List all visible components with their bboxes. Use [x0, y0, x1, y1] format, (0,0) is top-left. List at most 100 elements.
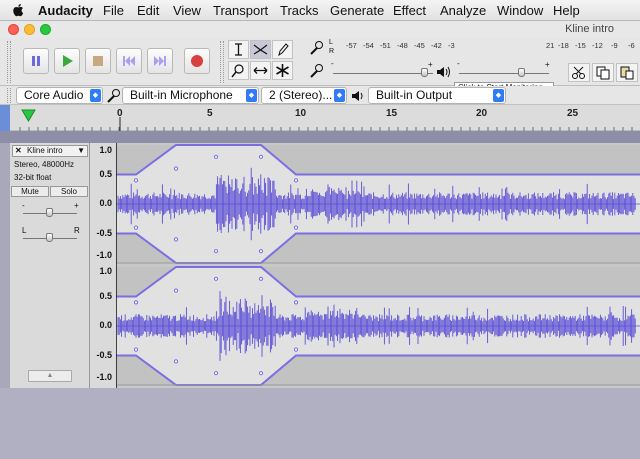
- track-format-rate: Stereo, 48000Hz: [14, 160, 75, 169]
- timeline-ticks: [19, 117, 633, 131]
- scale-label: -0.5: [96, 350, 112, 360]
- menu-edit[interactable]: Edit: [137, 3, 159, 18]
- gain-slider[interactable]: [46, 208, 53, 217]
- asterisk-icon: [276, 64, 289, 77]
- play-meter-tick: 21: [546, 41, 555, 50]
- track-menu-arrow-icon: ▼: [77, 146, 85, 155]
- pan-slider[interactable]: [46, 233, 53, 242]
- zoom-tool[interactable]: [228, 61, 249, 80]
- app-menu[interactable]: Audacity: [38, 3, 93, 18]
- skip-to-end-icon: [154, 56, 166, 66]
- timeshift-tool[interactable]: [250, 61, 271, 80]
- menu-transport[interactable]: Transport: [213, 3, 268, 18]
- play-volume-min-label: -: [457, 59, 460, 68]
- menu-help[interactable]: Help: [553, 3, 580, 18]
- scale-label: -1.0: [96, 250, 112, 260]
- zoom-window-button[interactable]: [40, 24, 51, 35]
- envelope-icon: [253, 44, 268, 55]
- stop-button[interactable]: [85, 48, 111, 74]
- track-name-menu[interactable]: ✕ Kline intro ▼: [12, 145, 88, 157]
- collapse-track-button[interactable]: ▲: [28, 370, 72, 382]
- vertical-ruler[interactable]: 1.0 0.5 0.0 -0.5 -1.0 1.0 0.5 0.0 -0.5 -…: [90, 143, 116, 388]
- paste-button[interactable]: [616, 63, 638, 82]
- play-volume-max-label: +: [545, 60, 550, 69]
- timeline-label: 0: [117, 108, 123, 119]
- selection-tool[interactable]: [228, 40, 249, 59]
- close-window-button[interactable]: [8, 24, 19, 35]
- window-titlebar: Kline intro: [0, 21, 640, 38]
- record-meter-tick: -45: [414, 41, 425, 50]
- pan-right-label: R: [74, 226, 80, 235]
- timeline-label: 5: [207, 108, 213, 119]
- playback-device-select[interactable]: Built-in Output ◆: [368, 87, 506, 104]
- record-meter-tick: -48: [397, 41, 408, 50]
- apple-logo-icon[interactable]: [12, 3, 24, 17]
- menu-view[interactable]: View: [173, 3, 201, 18]
- mute-button[interactable]: Mute: [11, 186, 49, 197]
- chevron-updown-icon: ◆: [246, 89, 257, 102]
- empty-track-area[interactable]: [0, 388, 640, 459]
- copy-button[interactable]: [592, 63, 614, 82]
- menu-window[interactable]: Window: [497, 3, 543, 18]
- track-format-depth: 32-bit float: [14, 173, 52, 182]
- play-icon: [63, 55, 73, 67]
- cut-button[interactable]: [568, 63, 590, 82]
- draw-tool[interactable]: [272, 40, 293, 59]
- pause-button[interactable]: [23, 48, 49, 74]
- track-name: Kline intro: [27, 146, 63, 155]
- window-title: Kline intro: [565, 23, 614, 35]
- play-meter-tick: -6: [628, 41, 635, 50]
- scale-label: 0.5: [99, 291, 112, 301]
- menu-bar: Audacity File Edit View Transport Tracks…: [0, 0, 640, 21]
- gain-max-label: +: [74, 201, 79, 210]
- menu-effect[interactable]: Effect: [393, 3, 426, 18]
- scale-label: 0.5: [99, 169, 112, 179]
- main-toolbar: L R -57 -54 -51 -48 -45 -42 -3 21 -18 -1…: [0, 38, 640, 94]
- multi-tool[interactable]: [272, 61, 293, 80]
- close-track-icon[interactable]: ✕: [15, 146, 22, 156]
- skip-to-start-icon: [123, 56, 135, 66]
- copy-icon: [596, 66, 610, 80]
- recording-device-select[interactable]: Built-in Microphone ◆: [122, 87, 259, 104]
- recording-channels-select[interactable]: 2 (Stereo)... ◆: [261, 87, 347, 104]
- scissors-icon: [572, 66, 585, 79]
- toolbar-grip[interactable]: [7, 41, 11, 83]
- menu-tracks[interactable]: Tracks: [280, 3, 319, 18]
- play-button[interactable]: [54, 48, 80, 74]
- microphone-icon[interactable]: [309, 40, 325, 56]
- record-meter-tick: -51: [380, 41, 391, 50]
- pencil-icon: [278, 43, 289, 57]
- audio-host-value: Core Audio: [24, 88, 84, 102]
- record-meter[interactable]: -57 -54 -51 -48 -45 -42 -3 21 -18 -15 -1…: [338, 40, 638, 58]
- menu-file[interactable]: File: [103, 3, 124, 18]
- record-icon: [191, 55, 203, 67]
- pause-icon: [32, 56, 40, 66]
- play-volume-slider[interactable]: [518, 68, 525, 77]
- play-meter-tick: -18: [558, 41, 569, 50]
- record-meter-left-label: L: [329, 39, 333, 46]
- waveform-display[interactable]: [116, 143, 640, 388]
- menu-generate[interactable]: Generate: [330, 3, 384, 18]
- timeline-label: 15: [386, 108, 398, 119]
- solo-button[interactable]: Solo: [50, 186, 88, 197]
- menu-analyze[interactable]: Analyze: [440, 3, 486, 18]
- scrub-strip[interactable]: [0, 131, 640, 143]
- timeline-label: 20: [476, 108, 488, 119]
- timeline-ruler[interactable]: 0 5 10 15 20 25: [0, 105, 640, 131]
- play-meter-tick: -15: [575, 41, 586, 50]
- record-volume-min-label: -: [331, 59, 334, 68]
- play-meter-tick: -9: [611, 41, 618, 50]
- record-button[interactable]: [184, 48, 210, 74]
- audio-host-select[interactable]: Core Audio ◆: [16, 87, 103, 104]
- scale-label: 1.0: [99, 145, 112, 155]
- scale-label: -1.0: [96, 372, 112, 382]
- record-volume-slider[interactable]: [421, 68, 428, 77]
- minimize-window-button[interactable]: [24, 24, 35, 35]
- record-meter-tick: -54: [363, 41, 374, 50]
- chevron-updown-icon: ◆: [334, 89, 345, 102]
- tools-grip[interactable]: [220, 41, 224, 83]
- skip-to-start-button[interactable]: [116, 48, 142, 74]
- envelope-tool[interactable]: [250, 40, 271, 59]
- device-toolbar-grip[interactable]: [7, 88, 11, 103]
- skip-to-end-button[interactable]: [147, 48, 173, 74]
